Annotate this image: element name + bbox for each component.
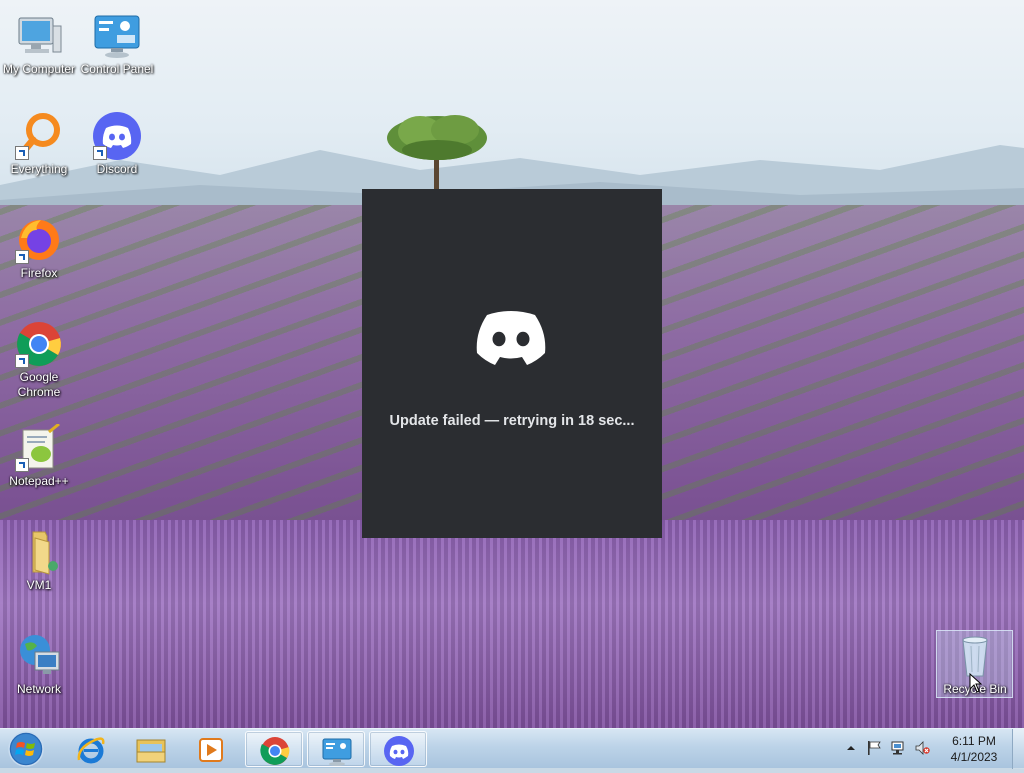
discord-updater-window: Update failed — retrying in 18 sec... — [362, 189, 662, 538]
desktop-icon-label: VM1 — [26, 578, 52, 592]
desktop-icon-label: My Computer — [2, 62, 76, 76]
mouse-cursor-icon — [969, 673, 983, 693]
desktop-icon-control-panel[interactable]: Control Panel — [78, 12, 156, 77]
action-center-tray[interactable] — [866, 740, 882, 756]
taskbar-clock[interactable]: 6:11 PM 4/1/2023 — [938, 733, 1010, 765]
desktop-icon-label: Everything — [10, 162, 68, 176]
media-player-icon — [199, 738, 223, 762]
discord-icon — [384, 736, 414, 766]
everything-search-icon — [15, 112, 63, 160]
my-computer-icon — [15, 12, 63, 60]
network-status-icon — [891, 741, 904, 755]
desktop-icon-notepad-plus-plus[interactable]: Notepad++ — [0, 422, 78, 489]
shortcut-arrow-icon — [15, 354, 29, 368]
volume-muted-icon — [915, 741, 930, 755]
shortcut-arrow-icon — [93, 146, 107, 160]
desktop-icon-label: Network — [16, 682, 61, 696]
internet-explorer-icon — [77, 737, 105, 764]
desktop-icon-firefox[interactable]: Firefox — [0, 216, 78, 281]
taskbar-windows-explorer[interactable] — [122, 731, 180, 767]
update-status-text: Update failed — retrying in 18 sec... — [389, 413, 635, 429]
shortcut-arrow-icon — [15, 250, 29, 264]
show-desktop-button[interactable] — [1012, 729, 1024, 769]
desktop-icon-discord[interactable]: Discord — [78, 112, 156, 177]
chevron-up-icon — [847, 746, 855, 750]
desktop-icon-network[interactable]: Network — [0, 632, 78, 697]
windows-explorer-icon — [136, 739, 166, 763]
clock-time: 6:11 PM — [952, 734, 996, 748]
control-panel-icon — [322, 738, 352, 766]
chrome-icon — [15, 320, 63, 368]
taskbar-control-panel[interactable] — [307, 731, 365, 767]
desktop-icon-my-computer[interactable]: My Computer — [0, 12, 78, 77]
desktop-icon-label: Notepad++ — [9, 474, 69, 488]
folder-icon — [15, 528, 63, 576]
desktop-icon-everything[interactable]: Everything — [0, 112, 78, 177]
desktop-icon-label: Firefox — [20, 266, 58, 280]
chrome-icon — [260, 737, 290, 765]
desktop-icon-vm1[interactable]: VM1 — [0, 528, 78, 593]
shortcut-arrow-icon — [15, 458, 29, 472]
desktop-icon-label: Google Chrome — [17, 370, 61, 399]
lavender-foreground — [0, 520, 1024, 728]
desktop-icon-label: Discord — [96, 162, 138, 176]
shortcut-arrow-icon — [15, 146, 29, 160]
network-icon — [15, 632, 63, 680]
volume-tray[interactable] — [914, 740, 930, 756]
desktop-icon-label: Control Panel — [80, 62, 154, 76]
taskbar: 6:11 PM 4/1/2023 — [0, 728, 1024, 769]
taskbar-internet-explorer[interactable] — [62, 731, 120, 767]
show-hidden-icons-button[interactable] — [843, 740, 859, 756]
taskbar-google-chrome[interactable] — [245, 731, 303, 767]
notepad-plus-plus-icon — [15, 422, 63, 472]
discord-logo-icon — [476, 311, 546, 365]
windows-orb-icon — [8, 731, 44, 767]
start-button[interactable] — [6, 730, 46, 768]
firefox-icon — [15, 216, 63, 264]
control-panel-icon — [93, 12, 141, 60]
desktop-icon-google-chrome[interactable]: Google Chrome — [0, 320, 78, 400]
flag-icon — [868, 741, 881, 755]
discord-icon — [93, 112, 141, 160]
network-tray[interactable] — [890, 740, 906, 756]
clock-date: 4/1/2023 — [950, 750, 998, 764]
taskbar-discord[interactable] — [369, 731, 427, 767]
taskbar-media-player[interactable] — [182, 731, 240, 767]
tree-image — [387, 115, 487, 192]
